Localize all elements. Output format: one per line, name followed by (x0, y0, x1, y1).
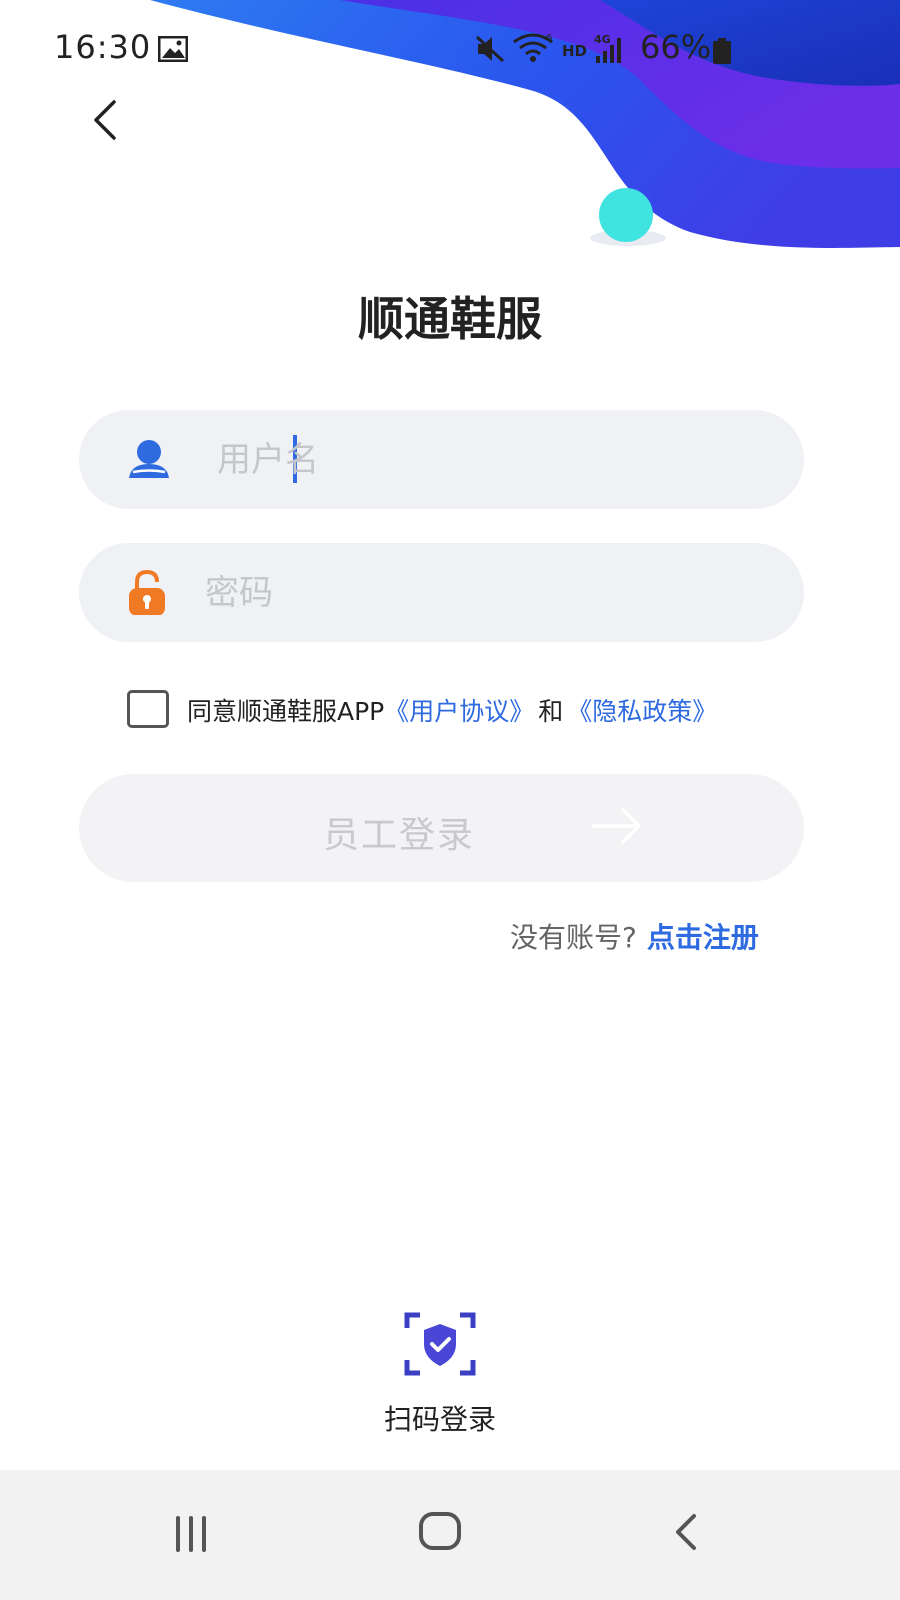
battery-icon (713, 38, 731, 64)
status-time: 16:30 (54, 28, 152, 66)
username-input[interactable] (215, 432, 779, 488)
agreement-text: 同意顺通鞋服APP《用户协议》和《隐私政策》 (187, 692, 717, 728)
privacy-policy-link[interactable]: 《隐私政策》 (567, 697, 717, 726)
back-icon[interactable] (652, 1498, 722, 1568)
hd-icon: HD (562, 42, 588, 60)
user-agreement-link[interactable]: 《用户协议》 (384, 697, 534, 726)
mute-icon (475, 35, 505, 63)
agreement-checkbox[interactable] (127, 690, 169, 728)
employee-login-button[interactable]: 员工登录 (79, 774, 804, 882)
scan-shield-icon (404, 1312, 476, 1376)
password-input[interactable] (203, 565, 767, 621)
signal-4g-icon: 4G (594, 33, 621, 63)
register-link[interactable]: 点击注册 (647, 921, 759, 954)
status-bar: 16:30 6 HD 4G 66% (0, 0, 900, 100)
agreement-connector: 和 (538, 697, 564, 726)
image-icon (158, 36, 188, 62)
login-button-label: 员工登录 (323, 814, 476, 855)
scan-login-label: 扫码登录 (383, 1403, 496, 1436)
navigation-bar (0, 1470, 900, 1600)
wifi-label: 6 (546, 33, 552, 44)
network-label: 4G (594, 33, 611, 46)
battery-percent: 66% (640, 28, 712, 66)
password-field[interactable] (79, 543, 804, 642)
register-row: 没有账号? 点击注册 (510, 916, 759, 956)
register-prompt: 没有账号? (510, 921, 637, 954)
home-icon[interactable] (405, 1498, 475, 1568)
chevron-left-icon (94, 100, 116, 140)
lock-open-icon (129, 569, 165, 615)
app-title: 顺通鞋服 (358, 292, 542, 346)
user-icon (129, 440, 169, 478)
arrow-right-icon (591, 808, 641, 844)
username-field[interactable] (79, 410, 804, 509)
back-button[interactable] (86, 98, 126, 142)
recents-icon[interactable] (156, 1498, 226, 1568)
scan-login-button[interactable]: 扫码登录 (360, 1310, 520, 1440)
agreement-prefix: 同意顺通鞋服APP (187, 697, 385, 726)
wifi-icon: 6 (513, 33, 553, 62)
